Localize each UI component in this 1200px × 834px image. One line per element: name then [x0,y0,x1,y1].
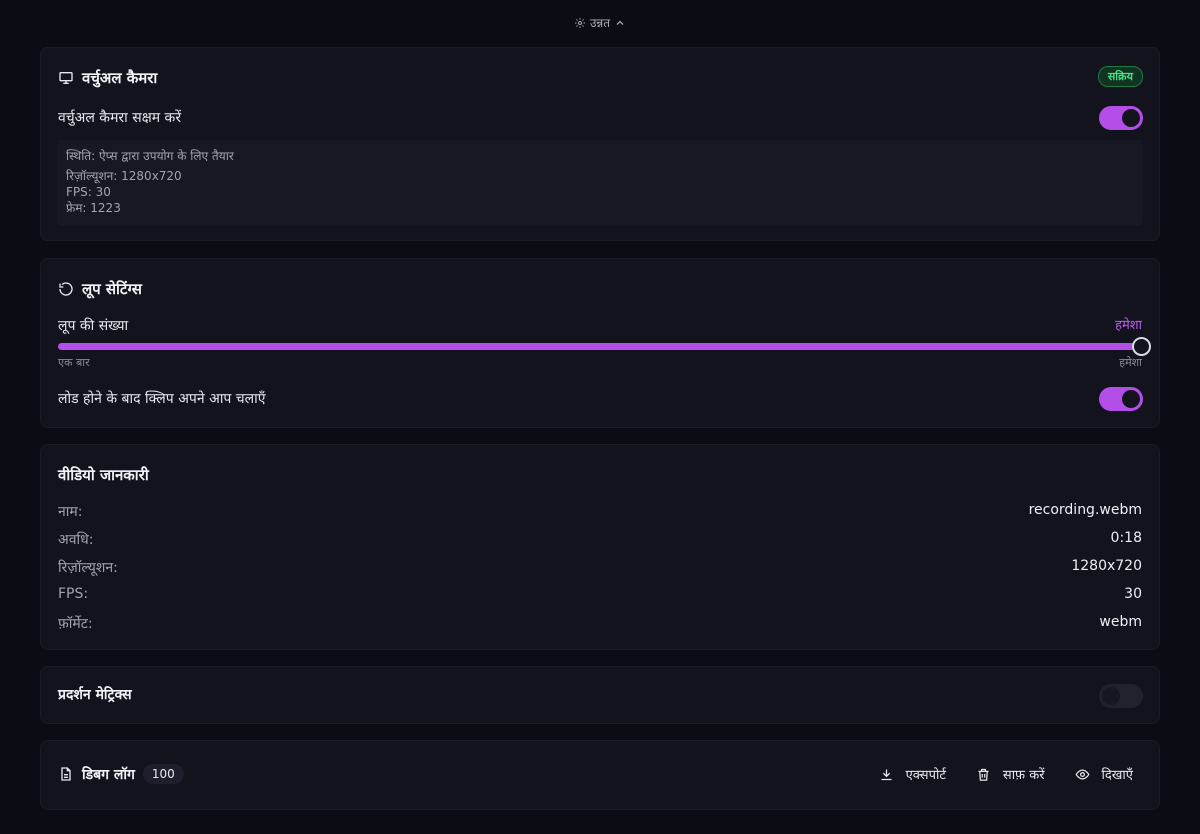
trash-icon [978,768,989,781]
file-text-icon [61,767,71,781]
loop-settings-title: लूप सेटिंग्स [58,279,142,299]
gear-icon [574,17,585,28]
rotate-icon [59,282,73,296]
export-button[interactable]: एक्सपोर्ट [879,765,946,783]
loop-count-label: लूप की संख्या [58,318,129,334]
enable-camera-toggle[interactable] [1099,106,1143,130]
slider-fill [58,343,1142,350]
virtual-camera-card: वर्चुअल कैमरा सक्रिय वर्चुअल कैमरा सक्षम… [40,47,1160,241]
performance-toggle[interactable] [1099,684,1143,708]
autoplay-label: लोड होने के बाद क्लिप अपने आप चलाएँ [58,391,266,407]
debug-log-card: डिबग लॉग 100 एक्सपोर्ट साफ़ करें दिखाएँ [40,740,1160,810]
log-count-badge: 100 [142,764,184,784]
loop-count-slider[interactable] [58,337,1151,356]
slider-thumb[interactable] [1132,337,1151,356]
slider-max-label: हमेशा [1119,356,1142,369]
camera-status-box: स्थिति: ऐप्स द्वारा उपयोग के लिए तैयार र… [57,140,1143,226]
performance-card: प्रदर्शन मेट्रिक्स [40,666,1160,724]
chevron-up-icon [616,20,624,25]
info-row-fps: FPS: 30 [58,586,1142,602]
fps-line: FPS: 30 [66,185,111,199]
eye-icon [1075,768,1090,780]
info-row-resolution: रिज़ॉल्यूशन: 1280x720 [58,558,1142,576]
loop-settings-card: लूप सेटिंग्स लूप की संख्या हमेशा एक बार … [40,258,1160,428]
frames-line: फ्रेम: 1223 [66,201,121,215]
video-info-card: वीडियो जानकारी नाम: recording.webm अवधि:… [40,444,1160,650]
monitor-icon [59,72,73,84]
autoplay-toggle[interactable] [1099,387,1143,411]
performance-title: प्रदर्शन मेट्रिक्स [58,687,132,703]
download-icon [881,769,892,780]
advanced-label: उन्नत [589,16,611,30]
status-badge: सक्रिय [1097,66,1143,87]
info-row-duration: अवधि: 0:18 [58,530,1142,548]
show-button[interactable]: दिखाएँ [1075,765,1133,783]
debug-log-title: डिबग लॉग 100 [58,764,184,784]
virtual-camera-title: वर्चुअल कैमरा [58,68,157,88]
log-actions: एक्सपोर्ट साफ़ करें दिखाएँ [879,765,1133,783]
video-info-title: वीडियो जानकारी [58,466,149,484]
loop-count-value: हमेशा [1115,318,1142,333]
clear-button[interactable]: साफ़ करें [976,765,1045,783]
resolution-line: रिज़ॉल्यूशन: 1280x720 [66,169,182,183]
enable-camera-label: वर्चुअल कैमरा सक्षम करें [58,110,182,126]
slider-min-label: एक बार [58,356,90,369]
info-row-name: नाम: recording.webm [58,502,1142,520]
status-line: स्थिति: ऐप्स द्वारा उपयोग के लिए तैयार [66,149,234,163]
advanced-toggle[interactable]: उन्नत [0,14,1200,31]
info-row-format: फ़ॉर्मेट: webm [58,614,1142,632]
